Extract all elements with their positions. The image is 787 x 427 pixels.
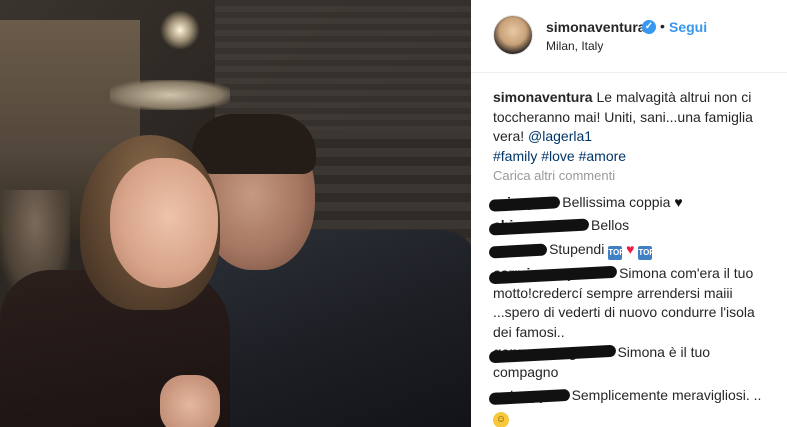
header-username[interactable]: simonaventura [546, 19, 646, 35]
comment-username[interactable]: saraa74 [493, 241, 545, 257]
comment-item: princyalvi Bellissima coppia ♥ [493, 193, 775, 213]
caption-username[interactable]: simonaventura [493, 89, 593, 105]
post-side-panel: simonaventura ✓ • Segui Milan, Italy sim… [471, 0, 787, 427]
post-header: simonaventura ✓ • Segui Milan, Italy [471, 0, 787, 73]
hashtag-love[interactable]: #love [541, 148, 574, 164]
post-caption: simonaventura Le malvagità altrui non ci… [493, 88, 775, 166]
load-more-comments-button[interactable]: Carica altri commenti [493, 168, 615, 183]
top-emoji-icon: TOP [638, 246, 655, 260]
comment-text: Semplicemente meravigliosi. .. [571, 387, 762, 403]
location-link[interactable]: Milan, Italy [546, 39, 603, 53]
man-hair [192, 114, 316, 174]
avatar[interactable] [493, 15, 533, 55]
smile-icon: ☺ [493, 411, 509, 427]
hashtag-amore[interactable]: #amore [579, 148, 626, 164]
comment-item: saraa74 Stupendi TOP ♥ TOP [493, 240, 775, 260]
black-heart-icon: ♥ [674, 194, 683, 210]
comment-item: carmine.napoli123 Simona com'era il tuo … [493, 264, 775, 342]
background-lamp [110, 80, 230, 110]
comment-item: gennaro.angellino Simona è il tuo compag… [493, 343, 775, 382]
comment-text: Bellissima coppia [562, 194, 671, 210]
follow-button[interactable]: Segui [669, 19, 707, 35]
post-photo[interactable] [0, 0, 471, 427]
red-heart-icon: ♥ [626, 241, 635, 257]
comment-username[interactable]: princyalvi [493, 194, 558, 210]
comment-username[interactable]: antcoppola [493, 387, 568, 403]
hashtag-family[interactable]: #family [493, 148, 537, 164]
comment-item: chiarac...nune Bellos [493, 216, 775, 236]
comment-username[interactable]: chiarac...nune [493, 217, 587, 233]
comment-username[interactable]: gennaro.angellino [493, 344, 614, 360]
top-emoji-icon: TOP [608, 246, 625, 260]
woman-hand [160, 375, 220, 427]
comment-text: Bellos [591, 217, 630, 233]
comment-text: Stupendi [549, 241, 605, 257]
verified-badge-icon: ✓ [642, 20, 656, 34]
background-light [160, 10, 200, 50]
comment-item: antcoppola Semplicemente meravigliosi. .… [493, 386, 775, 427]
separator-dot: • [660, 18, 665, 34]
caption-mention[interactable]: @lagerla1 [528, 128, 592, 144]
woman-face [110, 158, 218, 288]
comment-username[interactable]: carmine.napoli123 [493, 265, 615, 281]
